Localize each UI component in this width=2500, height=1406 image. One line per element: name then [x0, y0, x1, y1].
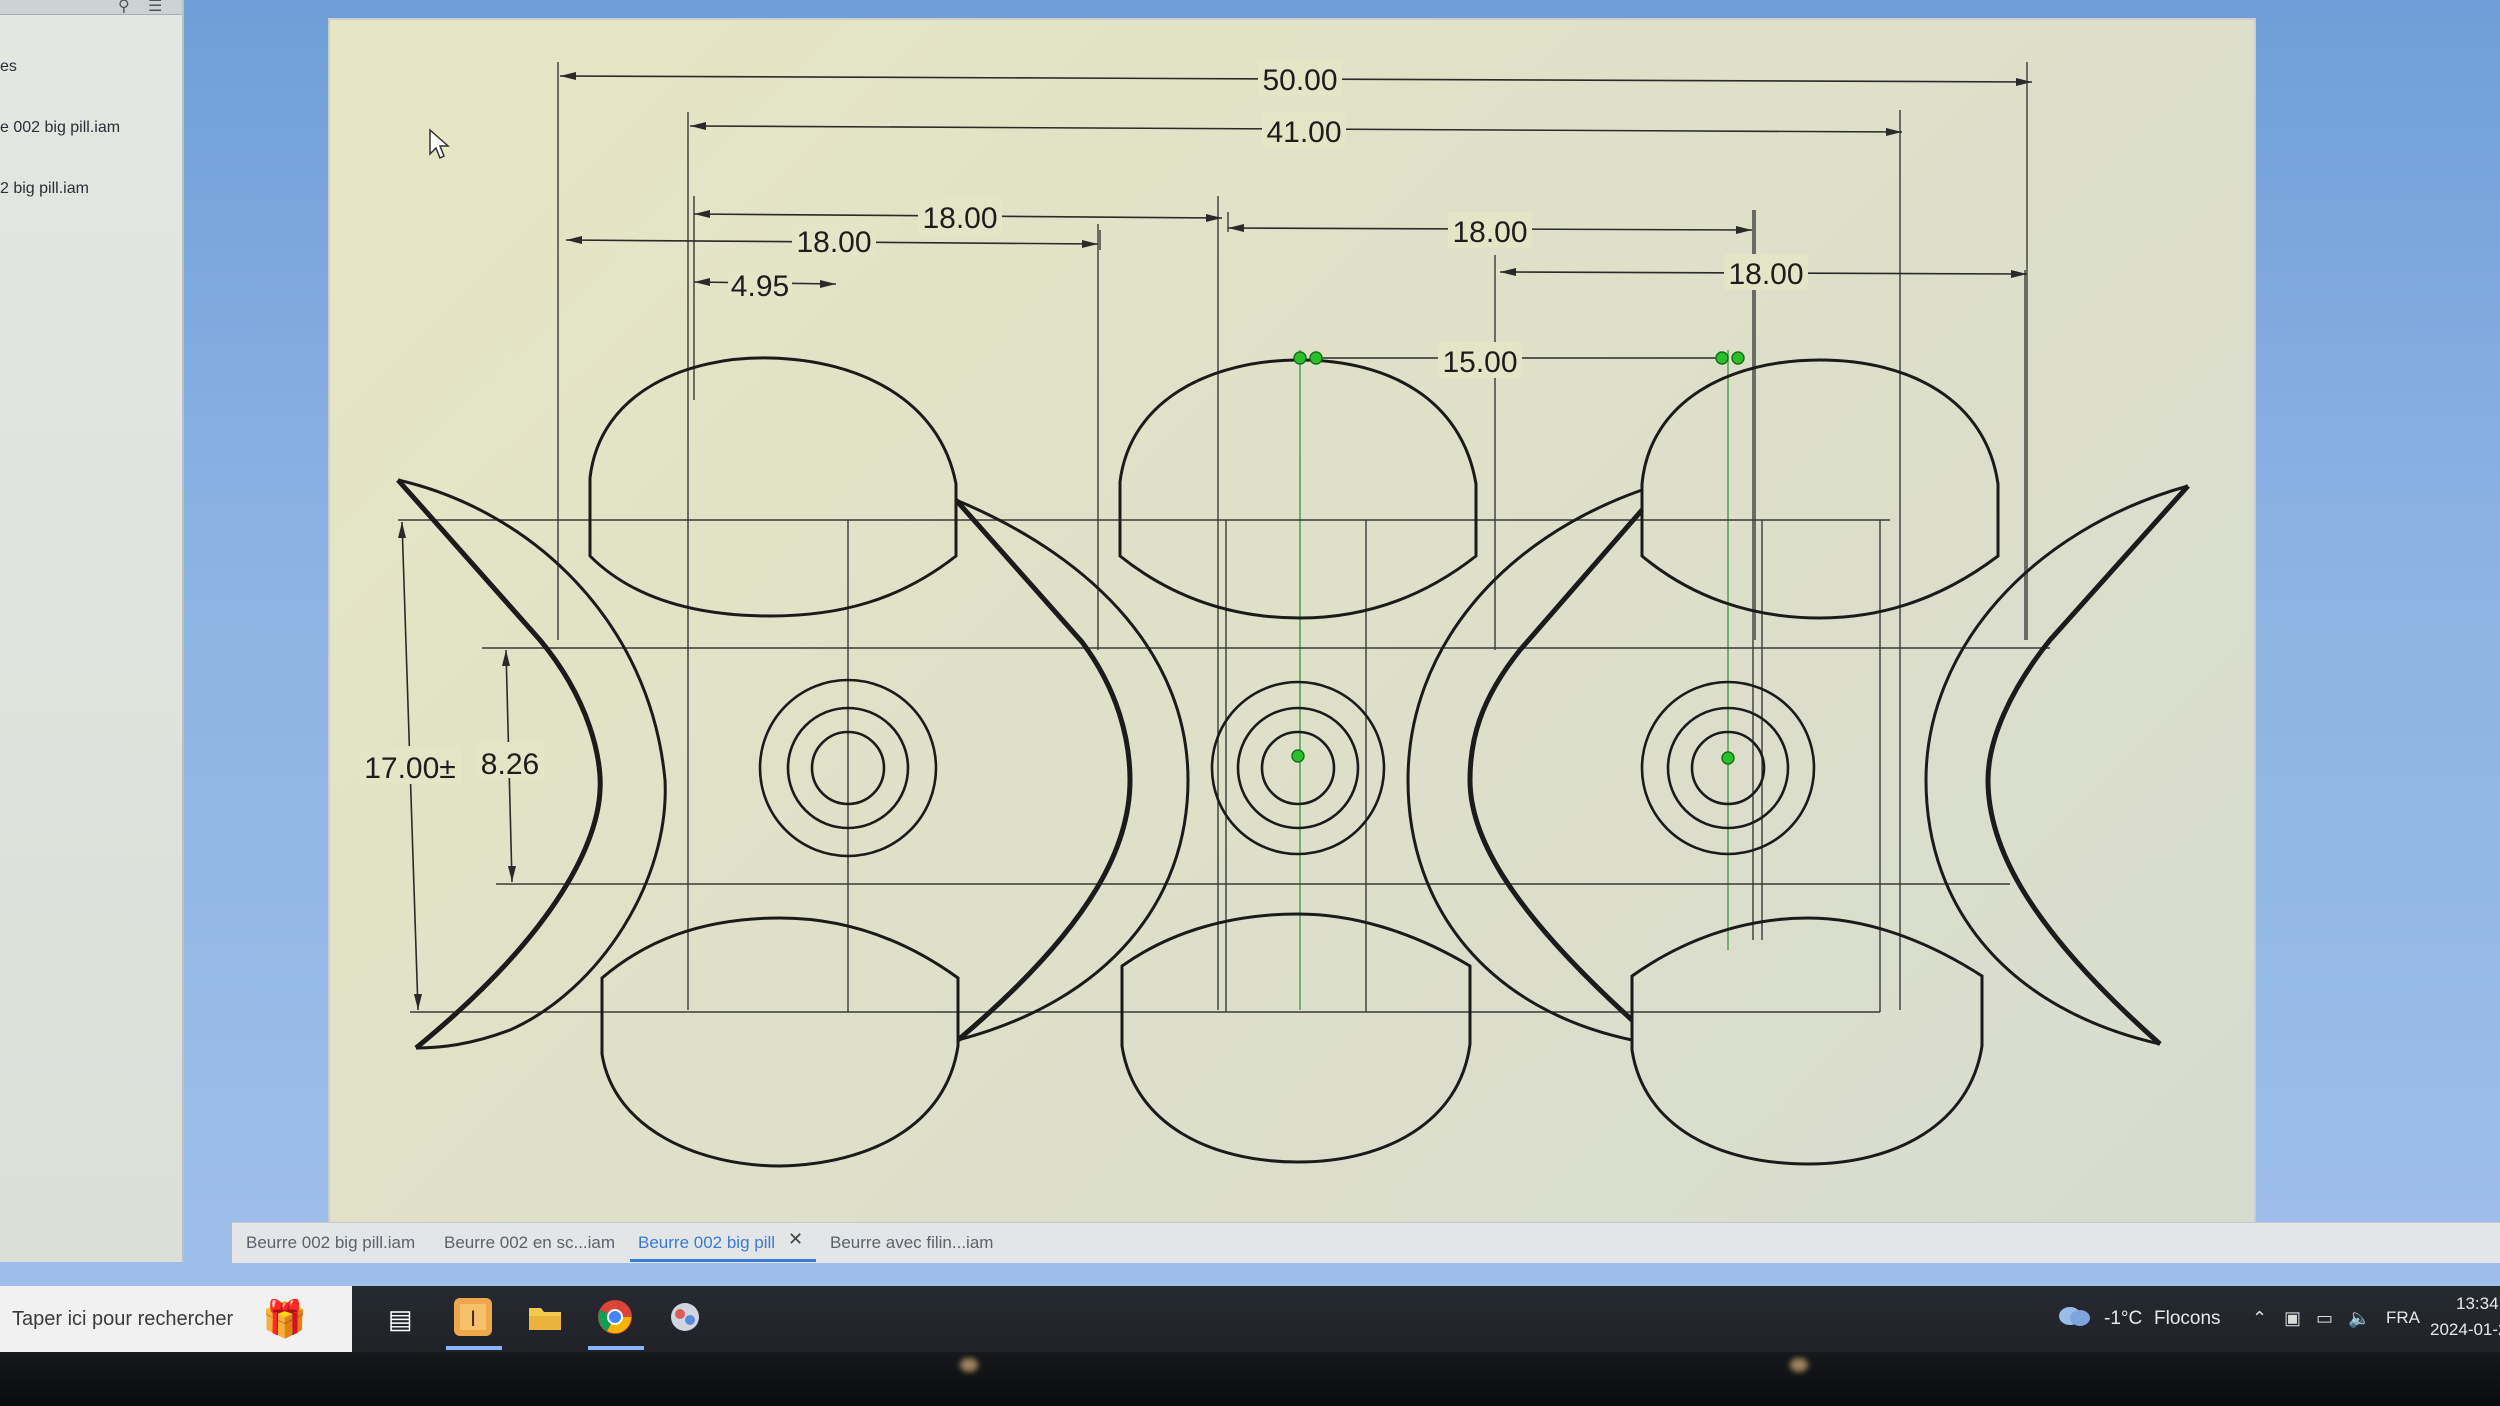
crescent-outer	[955, 498, 1190, 1042]
document-tab[interactable]: Beurre 002 big pill.iam	[246, 1233, 415, 1253]
active-app-indicator	[588, 1346, 644, 1350]
file-explorer-icon[interactable]	[526, 1298, 564, 1336]
clock-time[interactable]: 13:34	[2456, 1294, 2499, 1314]
dimension-value[interactable]: 50.00	[1262, 64, 1337, 97]
dimension-value[interactable]: 15.00	[1442, 346, 1517, 379]
taskbar: Taper ici pour rechercher 🎁 ▤ I -1°C Flo…	[0, 1286, 2500, 1352]
cloud-snow-icon[interactable]	[2056, 1302, 2092, 1328]
svg-text:I: I	[470, 1306, 476, 1331]
monitor-bezel	[0, 1352, 2500, 1406]
constraint-point[interactable]	[1715, 351, 1729, 365]
close-icon[interactable]: ✕	[788, 1229, 803, 1250]
dimension-value[interactable]: 18.00	[796, 226, 871, 259]
taskbar-search[interactable]: Taper ici pour rechercher 🎁	[0, 1286, 352, 1352]
center-point[interactable]	[1291, 749, 1305, 763]
dimension-value[interactable]: 8.26	[481, 748, 539, 781]
crescent-inner	[1467, 508, 1644, 1022]
document-tab[interactable]: Beurre 002 en sc...iam	[444, 1233, 615, 1253]
arrowhead	[820, 280, 836, 288]
network-icon[interactable]: ▭	[2316, 1308, 2333, 1329]
construction-lines	[398, 62, 2050, 1013]
arrowhead	[508, 866, 516, 882]
weather-temperature[interactable]: -1°C	[2104, 1308, 2142, 1330]
circle-inner	[1260, 730, 1336, 806]
arrowhead	[560, 72, 576, 80]
constraint-point[interactable]	[1309, 351, 1323, 365]
app-icon[interactable]	[666, 1298, 704, 1336]
clock-date[interactable]: 2024-01-2	[2430, 1320, 2500, 1340]
volume-icon[interactable]: 🔈	[2348, 1308, 2370, 1329]
center-point[interactable]	[1721, 751, 1735, 765]
arrowhead	[1206, 214, 1222, 222]
dimension-value[interactable]: 17.00±	[364, 752, 456, 785]
arrowhead	[694, 278, 710, 286]
active-app-indicator	[446, 1346, 502, 1350]
constraint-point[interactable]	[1731, 351, 1745, 365]
dimension-value[interactable]: 4.95	[731, 270, 789, 303]
document-tab[interactable]: Beurre avec filin...iam	[830, 1233, 993, 1253]
language-indicator[interactable]: FRA	[2386, 1308, 2420, 1328]
arrowhead	[414, 994, 422, 1010]
chevron-up-icon[interactable]: ⌃	[2252, 1308, 2267, 1329]
bottom-dome-shape	[600, 916, 960, 1168]
crescent-outer	[1406, 488, 1643, 1042]
dimension-value[interactable]: 18.00	[1452, 216, 1527, 249]
dimension-label-backgrounds	[360, 60, 1808, 784]
task-view-icon[interactable]: ▤	[388, 1304, 413, 1335]
screen: ⚲ ☰ es e 002 big pill.iam 2 big pill.iam	[0, 0, 2500, 1352]
meet-now-icon[interactable]: ▣	[2284, 1308, 2301, 1329]
search-input[interactable]: Taper ici pour rechercher	[12, 1308, 233, 1331]
document-tab-active[interactable]: Beurre 002 big pill	[638, 1233, 775, 1253]
dimension-value[interactable]: 18.00	[922, 202, 997, 235]
circle-mid	[1236, 706, 1360, 830]
sketch-profile	[396, 356, 2190, 1168]
dimension-value[interactable]: 41.00	[1266, 116, 1341, 149]
mouse-cursor-icon	[429, 128, 450, 160]
arrowhead	[690, 122, 706, 130]
chrome-icon[interactable]	[596, 1298, 634, 1336]
sketch-drawing[interactable]: 50.00 41.00 18.00 18.00 18.00 18.00 4.95…	[0, 0, 2500, 1262]
bottom-dome-shape	[1630, 916, 1984, 1166]
bottom-dome-shape	[1120, 912, 1472, 1164]
crescent-outer	[1924, 484, 2189, 1046]
concentric-circles	[758, 678, 1816, 858]
arrowhead	[1228, 224, 1244, 232]
crescent-inner	[954, 498, 1133, 1042]
arrowhead	[694, 210, 710, 218]
dimension-lines	[401, 75, 2033, 1011]
arrowhead	[1500, 268, 1516, 276]
top-dome-shape	[588, 356, 958, 618]
inventor-app-icon[interactable]: I	[454, 1298, 492, 1336]
bezel-reflection	[1790, 1358, 1808, 1372]
arrowhead	[1736, 226, 1752, 234]
arrowhead	[502, 650, 510, 666]
arrowhead	[1082, 240, 1098, 248]
constraint-point[interactable]	[1293, 351, 1307, 365]
arrowhead	[566, 236, 582, 244]
weather-description[interactable]: Flocons	[2154, 1308, 2221, 1330]
crescent-inner	[1985, 484, 2190, 1046]
bezel-reflection	[960, 1358, 978, 1372]
arrowhead	[398, 522, 406, 538]
gift-icon[interactable]: 🎁	[262, 1298, 307, 1340]
arrowhead	[2016, 78, 2032, 86]
dimension-arrows	[398, 72, 2032, 1010]
active-tab-indicator	[630, 1259, 816, 1262]
dimension-value[interactable]: 18.00	[1728, 258, 1803, 291]
top-dome-shape	[1640, 358, 2000, 620]
document-tab-bar: Beurre 002 big pill.iam Beurre 002 en sc…	[232, 1222, 2500, 1263]
top-dome-shape	[1118, 358, 1478, 620]
